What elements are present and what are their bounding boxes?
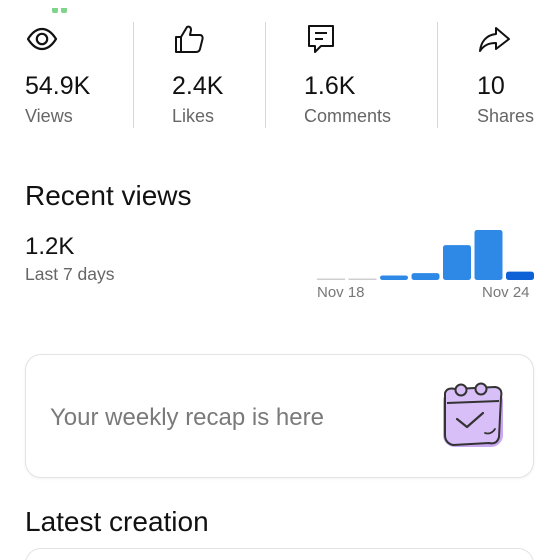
stat-shares-value: 10: [477, 72, 505, 100]
calendar-check-icon: [443, 382, 503, 447]
stat-views[interactable]: 54.9K Views: [25, 22, 90, 130]
chart-bar: [506, 271, 534, 280]
chart-start-label: Nov 18: [317, 284, 365, 301]
stat-comments-label: Comments: [304, 106, 392, 126]
latest-creation-card[interactable]: [25, 548, 534, 560]
divider: [437, 22, 438, 128]
recent-views-title: Recent views: [25, 180, 192, 211]
eye-icon: [26, 27, 58, 51]
chart-bar: [317, 278, 345, 280]
comment-icon: [308, 25, 334, 53]
stat-likes[interactable]: 2.4K Likes: [172, 22, 223, 130]
stat-likes-value: 2.4K: [172, 72, 224, 100]
thumbs-up-icon: [175, 25, 204, 53]
divider: [133, 22, 134, 128]
recent-views-total: 1.2K: [25, 233, 75, 260]
chart-bar: [380, 275, 408, 280]
stat-likes-label: Likes: [172, 106, 215, 126]
stat-views-label: Views: [25, 106, 73, 126]
share-icon: [479, 27, 510, 52]
chart-bar: [474, 230, 503, 280]
chart-bar: [348, 278, 377, 280]
stats-row: 54.9K Views 2.4K Likes 1.6K Comments 10 …: [0, 22, 560, 130]
top-partial-graphic: [52, 0, 82, 13]
stat-views-value: 54.9K: [25, 72, 91, 100]
weekly-recap-card[interactable]: Your weekly recap is here: [25, 354, 534, 478]
recent-views-chart-svg: [317, 230, 534, 280]
stat-shares[interactable]: 10 Shares: [477, 22, 534, 130]
stat-comments[interactable]: 1.6K Comments: [304, 22, 391, 130]
recent-views-period: Last 7 days: [25, 264, 115, 284]
latest-creation-title: Latest creation: [25, 506, 209, 537]
weekly-recap-text: Your weekly recap is here: [50, 404, 324, 431]
chart-bar: [411, 273, 440, 280]
stat-comments-value: 1.6K: [304, 72, 356, 100]
chart-bar: [443, 245, 471, 280]
chart-end-label: Nov 24: [482, 284, 530, 301]
stat-shares-label: Shares: [477, 106, 535, 126]
divider: [265, 22, 266, 128]
